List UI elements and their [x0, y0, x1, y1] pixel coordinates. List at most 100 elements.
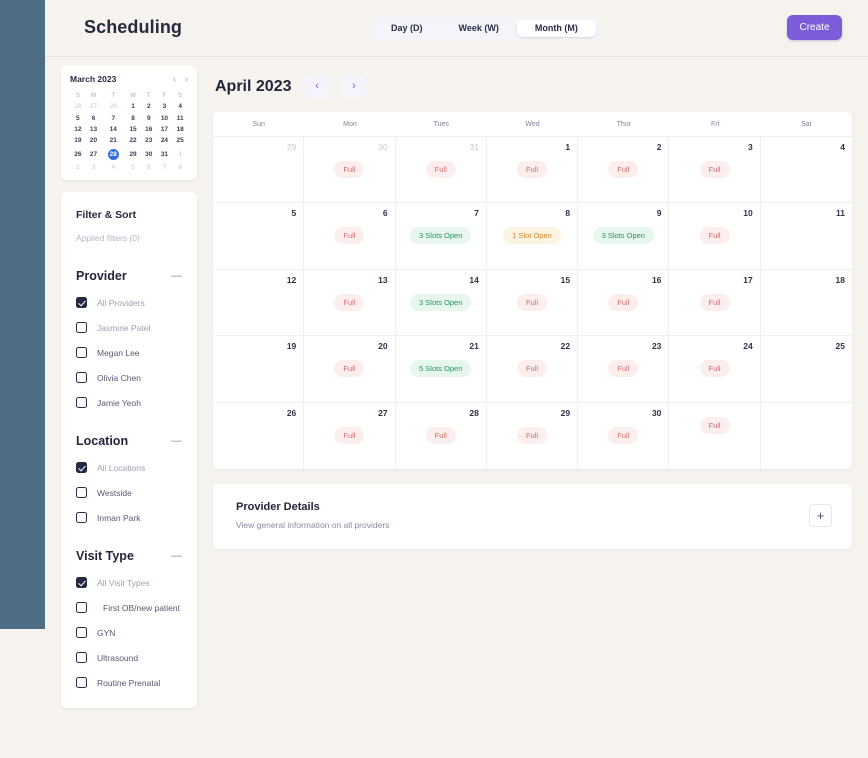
checkbox-icon[interactable] [76, 397, 87, 409]
availability-badge[interactable]: 3 Slots Open [410, 293, 472, 311]
filter-option[interactable]: All Locations [76, 462, 182, 474]
view-mode-segmented-control[interactable]: Day (D) Week (W) Month (M) [370, 17, 599, 40]
calendar-day-cell[interactable]: Full [669, 402, 761, 469]
create-button[interactable]: Create [787, 15, 842, 40]
calendar-day-cell[interactable]: 29 Full [487, 402, 579, 469]
mini-calendar-day[interactable]: 22 [125, 135, 141, 146]
availability-badge[interactable]: Full [516, 426, 548, 444]
mini-calendar-day[interactable]: 7 [157, 162, 173, 173]
calendar-day-cell[interactable]: 22 Full [486, 336, 579, 403]
availability-badge[interactable]: 1 Slot Open [503, 227, 561, 245]
mini-calendar-day[interactable]: 2 [70, 162, 86, 173]
filter-option[interactable]: Jamie Yeoh [76, 397, 182, 409]
mini-calendar-day[interactable]: 28 [101, 147, 125, 162]
calendar-day-cell[interactable]: 16 Full [578, 269, 670, 337]
minus-icon[interactable]: — [171, 270, 182, 282]
availability-badge[interactable]: Full [608, 161, 639, 178]
mini-calendar-day[interactable]: 16 [141, 124, 157, 135]
mini-calendar-day[interactable]: 5 [125, 162, 141, 173]
mini-calendar-day[interactable]: 3 [157, 101, 173, 112]
mini-calendar-day[interactable]: 17 [157, 124, 173, 135]
availability-badge[interactable]: 5 Slots Open [410, 360, 472, 378]
mini-calendar-day[interactable]: 10 [157, 112, 173, 123]
filter-option[interactable]: Routine Prenatal [76, 677, 182, 689]
calendar-day-cell[interactable]: 73 Slots Open [395, 203, 487, 270]
availability-badge[interactable]: Full [699, 227, 730, 245]
mini-calendar-day[interactable]: 27 [86, 101, 102, 112]
calendar-day-cell[interactable] [761, 403, 852, 469]
availability-badge[interactable]: Full [516, 360, 548, 378]
checkbox-icon[interactable] [76, 372, 87, 384]
mini-calendar-day[interactable]: 9 [141, 112, 157, 123]
calendar-day-cell[interactable]: 14 3 Slots Open [395, 269, 487, 337]
calendar-day-cell[interactable]: 8 1 Slot Open [486, 203, 579, 270]
view-tab-monthm[interactable]: Month (M) [516, 20, 596, 37]
availability-badge[interactable]: Full [699, 360, 730, 378]
mini-calendar-day[interactable]: 29 [125, 147, 141, 162]
mini-calendar-day[interactable]: 15 [125, 124, 141, 135]
calendar-day-cell[interactable]: 3 Full [669, 137, 761, 204]
mini-calendar-day[interactable]: 1 [125, 101, 141, 112]
calendar-day-cell[interactable]: 30 Full [304, 137, 396, 204]
availability-badge[interactable]: Full [334, 360, 365, 378]
mini-calendar-day[interactable]: 20 [86, 135, 102, 146]
availability-badge[interactable]: Full [608, 293, 639, 311]
mini-calendar-day[interactable]: 11 [172, 112, 188, 123]
calendar-day-cell[interactable]: 21 5 Slots Open [395, 336, 487, 403]
calendar-day-cell[interactable]: 1 Full [486, 137, 579, 204]
mini-calendar-day[interactable]: 23 [141, 135, 157, 146]
mini-calendar-day[interactable]: 4 [101, 162, 125, 173]
availability-badge[interactable]: Full [425, 161, 456, 178]
mini-calendar-day[interactable]: 27 [86, 147, 102, 162]
mini-calendar-day[interactable]: 4 [172, 101, 188, 112]
calendar-day-cell[interactable]: 12 [213, 269, 305, 337]
calendar-day-cell[interactable]: 5 [213, 203, 305, 270]
calendar-day-cell[interactable]: 11 [760, 203, 852, 270]
mini-calendar-day[interactable]: 2 [141, 101, 157, 112]
filter-option[interactable]: Jasmine Patel [76, 322, 182, 334]
mini-calendar-day[interactable]: 5 [70, 112, 86, 123]
mini-calendar-day[interactable]: 6 [86, 112, 102, 123]
view-tab-weekw[interactable]: Week (W) [441, 20, 517, 37]
checkbox-icon[interactable] [76, 462, 87, 474]
availability-badge[interactable]: Full [334, 293, 365, 311]
calendar-day-cell[interactable]: 19 [213, 336, 305, 403]
mini-calendar-day[interactable]: 26 [70, 147, 86, 162]
calendar-day-cell[interactable]: 26 [213, 402, 305, 469]
checkbox-icon[interactable] [76, 677, 87, 689]
view-tab-dayd[interactable]: Day (D) [373, 20, 441, 37]
mini-calendar-day[interactable]: 13 [86, 124, 102, 135]
mini-calendar-day[interactable]: 8 [125, 112, 141, 123]
filter-option[interactable]: All Providers [76, 297, 182, 309]
calendar-day-cell[interactable]: 23 Full [578, 336, 670, 403]
calendar-day-cell[interactable]: 30 Full [578, 402, 670, 469]
mini-calendar-day[interactable]: 8 [172, 162, 188, 173]
chevron-right-icon[interactable]: › [185, 74, 188, 84]
calendar-day-cell[interactable]: 27 Full [304, 402, 396, 469]
availability-badge[interactable]: 3 Slots Open [592, 227, 654, 245]
mini-calendar-day[interactable]: 7 [101, 112, 125, 123]
calendar-day-cell[interactable]: 18 [760, 270, 852, 337]
prev-month-button[interactable]: ‹ [305, 75, 329, 98]
calendar-day-cell[interactable]: 25 [760, 336, 852, 403]
checkbox-icon[interactable] [76, 652, 87, 664]
availability-badge[interactable]: 3 Slots Open [410, 227, 472, 245]
checkbox-icon[interactable] [76, 577, 87, 589]
filter-option[interactable]: Inman Park [76, 512, 182, 524]
plus-icon[interactable]: + [809, 503, 832, 527]
filter-group-header[interactable]: Visit Type — [76, 549, 182, 563]
availability-badge[interactable]: Full [699, 416, 730, 434]
calendar-day-cell[interactable]: 93 Slots Open [578, 203, 670, 270]
calendar-day-cell[interactable]: 13 Full [304, 269, 396, 337]
mini-calendar-day[interactable]: 25 [172, 135, 188, 146]
filter-option[interactable]: Westside [76, 487, 182, 499]
checkbox-icon[interactable] [76, 297, 87, 309]
availability-badge[interactable]: Full [425, 426, 456, 444]
calendar-day-cell[interactable]: 17 Full [669, 269, 761, 337]
availability-badge[interactable]: Full [608, 426, 639, 444]
mini-calendar-day[interactable]: 28 [101, 101, 125, 112]
checkbox-icon[interactable] [76, 487, 87, 499]
calendar-day-cell[interactable]: 20 Full [304, 336, 396, 403]
availability-badge[interactable]: Full [334, 227, 365, 245]
checkbox-icon[interactable] [76, 322, 87, 334]
